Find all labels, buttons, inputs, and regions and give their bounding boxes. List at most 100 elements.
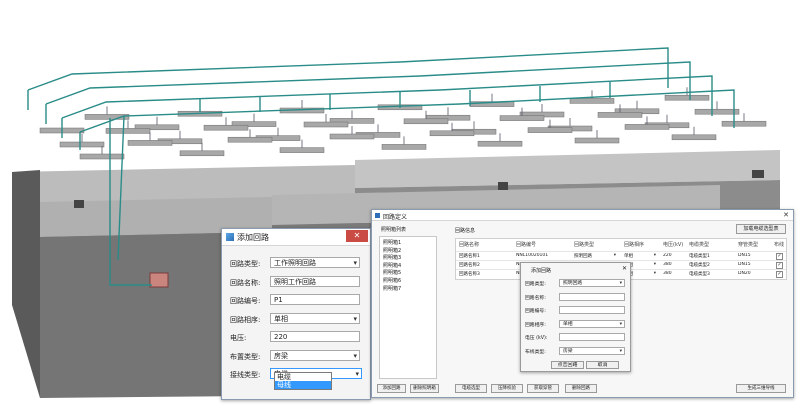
lightbox-list-item[interactable]: 照明箱1 — [383, 239, 401, 246]
small-dialog-field-0[interactable]: 照明回路 — [559, 279, 625, 287]
add-circuit-field-label: 回路名称: — [230, 278, 261, 287]
cable-tray-group — [39, 87, 767, 160]
lightbox-list[interactable]: 照明箱1 照明箱2 照明箱3 照明箱4 照明箱5 照明箱6 照明箱7 — [379, 236, 437, 379]
table-cell-voltage: 380 — [663, 262, 672, 267]
table-cell-pipe: DN20 — [738, 271, 751, 276]
bottom-action-button[interactable]: 删除照明箱 — [410, 384, 439, 393]
cable-tray — [671, 134, 717, 141]
small-dialog-field-3[interactable]: 单相 — [559, 319, 625, 328]
small-dialog-field-label: 回路类型: — [525, 282, 546, 287]
table-row[interactable]: 回路名称1 NNL10020101 照明回路单相 220 电缆类型1 DN15 ✓ — [456, 251, 786, 260]
close-icon[interactable]: ✕ — [346, 230, 368, 242]
click-circuit-button[interactable]: 点击回路 — [551, 361, 584, 369]
dropdown-option-cable[interactable]: 电缆 — [275, 373, 331, 381]
circuit-def-title-bar[interactable]: 回路定义 ✕ — [372, 210, 793, 221]
small-dialog-field-1[interactable] — [559, 292, 625, 301]
cable-pipe — [27, 90, 81, 150]
cable-tray — [381, 144, 427, 150]
app-icon — [375, 213, 380, 218]
cancel-button[interactable]: 取消 — [586, 361, 619, 369]
cable-tray — [477, 140, 523, 147]
lightbox-list-item[interactable]: 照明箱4 — [383, 262, 401, 269]
add-circuit-field-3[interactable]: 单相 — [270, 312, 360, 324]
add-circuit-field-1[interactable]: 照明工作回路 — [270, 275, 360, 287]
small-dialog-field-4[interactable] — [559, 333, 625, 341]
lightbox-list-item[interactable]: 照明箱5 — [383, 269, 401, 276]
small-dialog-field-2[interactable] — [559, 306, 625, 314]
cable-tray — [329, 133, 375, 140]
dropdown-option-busbar[interactable]: 母线 — [275, 381, 331, 389]
table-cell-phase[interactable]: 单相 — [624, 253, 658, 259]
bottom-action-button[interactable]: 获取穿管 — [527, 384, 559, 393]
table-cell-cable: 电缆类型1 — [689, 254, 710, 259]
add-circuit-field-5[interactable]: 房梁 — [270, 349, 360, 361]
circuit-def-title: 回路定义 — [383, 214, 408, 221]
load-cable-table-button[interactable]: 加载电缆选型表 — [736, 224, 786, 234]
table-header-cell[interactable]: 回路类型 — [574, 241, 594, 248]
add-circuit-field-4[interactable]: 220 — [270, 331, 360, 342]
circuit-info-header: 回路信息 — [455, 228, 476, 234]
table-cell-name: 回路名称3 — [459, 272, 480, 277]
cable-tray — [694, 108, 740, 115]
add-circuit-field-2[interactable]: P1 — [270, 294, 360, 305]
small-dialog-field-label: 回路编号: — [525, 309, 546, 314]
cable-tray — [664, 94, 710, 101]
cable-tray — [499, 115, 545, 121]
wiring-checkbox[interactable]: ✓ — [776, 271, 783, 278]
cable-tray — [303, 121, 349, 128]
add-circuit-field-label: 回路类型: — [230, 260, 261, 268]
table-cell-pipe: DN15 — [738, 262, 751, 267]
cable-tray — [574, 137, 620, 144]
add-circuit-field-label: 接线类型: — [230, 371, 261, 379]
table-header-cell[interactable]: 电压(kV) — [663, 241, 683, 248]
cable-tray — [227, 136, 273, 143]
bottom-action-button[interactable]: 删除回路 — [565, 384, 597, 393]
table-header-cell[interactable]: 穿管类型 — [738, 241, 758, 248]
table-cell-name: 回路名称1 — [459, 254, 480, 259]
lightbox-list-item[interactable]: 照明箱7 — [383, 285, 401, 292]
table-cell-type[interactable]: 照明回路 — [574, 253, 618, 259]
table-header-cell[interactable]: 回路相序 — [624, 241, 644, 248]
wiring-type-dropdown-list: 电缆 母线 — [274, 372, 332, 390]
cable-tray — [429, 130, 475, 137]
table-header-cell[interactable]: 电缆类型 — [689, 241, 709, 248]
bottom-action-button[interactable]: 电缆选型 — [455, 384, 487, 393]
add-circuit-field-label: 电压: — [230, 334, 247, 342]
cable-tray — [105, 128, 151, 134]
lightbox-list-item[interactable]: 照明箱2 — [383, 247, 401, 254]
table-cell-cable: 电缆类型3 — [689, 272, 710, 277]
small-add-title: 添加回路 — [531, 268, 552, 274]
cable-tray — [279, 147, 325, 153]
cable-tray — [597, 112, 643, 118]
small-dialog-field-label: 回路相序: — [525, 322, 546, 328]
cable-tray — [59, 141, 105, 148]
small-add-circuit-dialog: 添加回路 ✕ 回路类型: 照明回路回路名称: 回路编号: 回路相序: 单相电压 (kV)… — [520, 262, 631, 372]
bottom-action-button[interactable]: 生成三维导线 — [736, 384, 786, 393]
add-circuit-title-bar[interactable]: 添加回路 ✕ — [222, 229, 370, 246]
table-cell-voltage: 220 — [663, 253, 672, 258]
small-dialog-field-label: 回路名称: — [525, 295, 546, 301]
cable-tray — [203, 124, 249, 131]
add-circuit-field-0[interactable]: 工作照明回路 — [270, 257, 360, 268]
table-cell-voltage: 380 — [663, 271, 672, 276]
small-dialog-field-label: 布线类型: — [525, 349, 546, 355]
wiring-checkbox[interactable]: ✓ — [776, 262, 783, 269]
cable-pipe — [61, 75, 713, 119]
bottom-action-button[interactable]: 压降校验 — [491, 384, 523, 393]
cable-tray — [721, 120, 767, 127]
add-circuit-field-label: 布置类型: — [230, 352, 261, 361]
wiring-checkbox[interactable]: ✓ — [776, 253, 783, 260]
table-header-cell[interactable]: 回路编号 — [516, 241, 536, 248]
lightbox-list-header: 照明箱列表 — [381, 227, 407, 233]
bottom-action-button[interactable]: 添加回路 — [377, 384, 406, 393]
small-dialog-field-5[interactable]: 房梁 — [559, 346, 625, 355]
lightbox-list-item[interactable]: 照明箱3 — [383, 254, 401, 261]
table-cell-cable: 电缆类型2 — [689, 263, 710, 268]
close-icon[interactable]: ✕ — [622, 265, 627, 272]
cable-tray — [624, 124, 670, 130]
cable-tray — [527, 127, 573, 133]
table-header-cell[interactable]: 回路名称 — [459, 241, 479, 248]
lightbox-list-item[interactable]: 照明箱6 — [383, 277, 401, 284]
close-icon[interactable]: ✕ — [783, 211, 789, 219]
table-header-cell[interactable]: 布线 — [774, 241, 784, 248]
